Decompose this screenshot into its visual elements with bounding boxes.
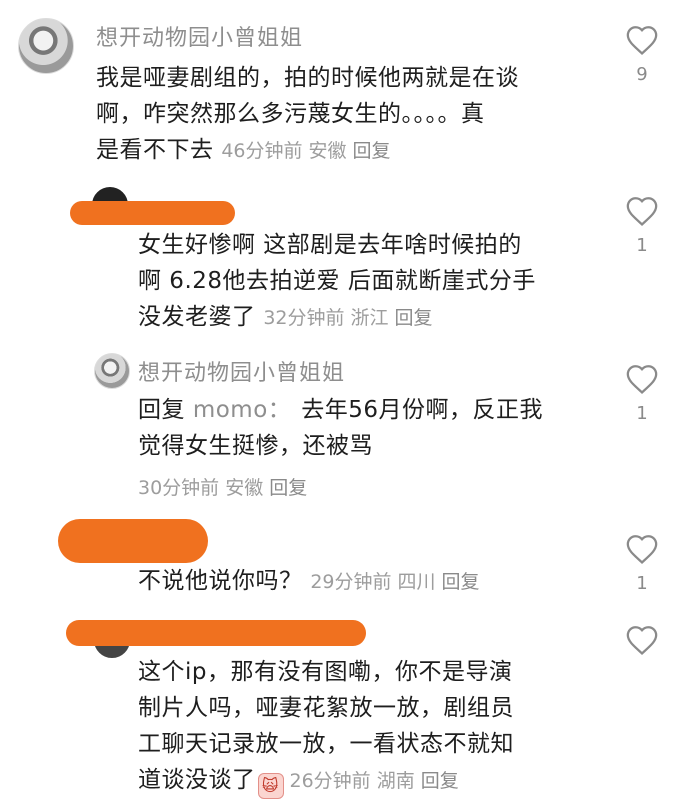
comment-line: 没发老婆了 — [138, 304, 256, 330]
like-count: 1 — [636, 235, 648, 256]
comment-last-line: 不说他说你吗？ 29分钟前 四川 回复 — [138, 563, 598, 600]
comment-3: 想开动物园小曾姐姐 回复 momo： 去年56月份啊，反正我 觉得女生挺惨，还被骂… — [0, 345, 684, 505]
comment-line: 啊 6.28他去拍逆爱 后面就断崖式分手 — [138, 268, 536, 294]
comment-line: 工聊天记录放一放，一看状态不就知 — [138, 731, 514, 757]
like-count: 1 — [636, 573, 648, 594]
timestamp: 30分钟前 — [138, 477, 220, 499]
redacted-username — [66, 620, 366, 646]
timestamp: 46分钟前 — [221, 140, 303, 162]
avatar[interactable] — [94, 353, 130, 389]
like-button[interactable] — [612, 624, 672, 664]
timestamp: 26分钟前 — [289, 770, 371, 792]
comment-4: 不说他说你吗？ 29分钟前 四川 回复 1 — [0, 505, 684, 610]
comment-line: 我是哑妻剧组的，拍的时候他两就是在谈 — [96, 65, 519, 91]
comment-last-line: 道谈没谈了 🙀 26分钟前 湖南 回复 — [138, 762, 598, 799]
reply-button[interactable]: 回复 — [421, 770, 459, 792]
like-button[interactable]: 1 — [612, 533, 672, 594]
like-button[interactable]: 9 — [612, 24, 672, 85]
reply-prefix: 回复 — [138, 397, 185, 423]
ip-location: 安徽 — [225, 477, 264, 499]
comment-meta: 32分钟前 浙江 回复 — [263, 307, 438, 329]
comment-text: 这个ip，那有没有图嘞，你不是导演 制片人吗，哑妻花絮放一放，剧组员 工聊天记录… — [138, 654, 598, 799]
heart-outline-icon — [626, 626, 658, 656]
comment-line: 这个ip，那有没有图嘞，你不是导演 — [138, 659, 513, 685]
comment-text: 我是哑妻剧组的，拍的时候他两就是在谈 啊，咋突然那么多污蔑女生的。。。。真 是看… — [96, 60, 601, 169]
comment-line-text: 去年56月份啊，反正我 — [301, 397, 544, 423]
comment-line: 是看不下去 — [96, 137, 214, 163]
comment-meta: 30分钟前 安徽 回复 — [138, 470, 598, 506]
ip-location: 四川 — [397, 571, 436, 593]
reply-button[interactable]: 回复 — [353, 140, 391, 162]
comment-meta: 29分钟前 四川 回复 — [310, 571, 485, 593]
ip-location: 湖南 — [376, 770, 415, 792]
comment-line: 啊，咋突然那么多污蔑女生的。。。。真 — [96, 101, 485, 127]
comment-meta: 46分钟前 安徽 回复 — [221, 140, 396, 162]
comment-line: 制片人吗，哑妻花絮放一放，剧组员 — [138, 695, 514, 721]
comment-meta: 26分钟前 湖南 回复 — [290, 770, 465, 792]
comment-line: 不说他说你吗？ — [138, 568, 303, 594]
like-button[interactable]: 1 — [612, 195, 672, 256]
comment-last-line: 是看不下去 46分钟前 安徽 回复 — [96, 132, 601, 169]
comment-line: 女生好惨啊 这部剧是去年啥时候拍的 — [138, 232, 522, 258]
avatar[interactable] — [18, 18, 74, 74]
heart-outline-icon — [626, 365, 658, 395]
redacted-username — [70, 201, 235, 225]
username[interactable]: 想开动物园小曾姐姐 — [96, 20, 303, 52]
comment-line: 觉得女生挺惨，还被骂 — [138, 433, 373, 459]
heart-outline-icon — [626, 535, 658, 565]
heart-outline-icon — [626, 197, 658, 227]
username[interactable]: 想开动物园小曾姐姐 — [138, 355, 345, 387]
ip-location: 浙江 — [350, 307, 389, 329]
reply-button[interactable]: 回复 — [442, 571, 480, 593]
reply-button[interactable]: 回复 — [269, 477, 307, 499]
comment-text: 女生好惨啊 这部剧是去年啥时候拍的 啊 6.28他去拍逆爱 后面就断崖式分手 没… — [138, 227, 598, 336]
comment-line: 道谈没谈了 — [138, 767, 256, 793]
like-count: 9 — [636, 64, 648, 85]
timestamp: 32分钟前 — [263, 307, 345, 329]
shocked-cat-emoji-icon: 🙀 — [257, 773, 284, 799]
comment-text: 回复 momo： 去年56月份啊，反正我 觉得女生挺惨，还被骂 30分钟前 安徽 回复 — [138, 392, 598, 506]
ip-location: 安徽 — [308, 140, 347, 162]
timestamp: 29分钟前 — [310, 571, 392, 593]
reply-button[interactable]: 回复 — [395, 307, 433, 329]
comment-2: 女生好惨啊 这部剧是去年啥时候拍的 啊 6.28他去拍逆爱 后面就断崖式分手 没… — [0, 175, 684, 335]
redacted-username — [58, 519, 208, 563]
heart-outline-icon — [626, 26, 658, 56]
reply-mention[interactable]: momo： — [193, 397, 291, 423]
like-button[interactable]: 1 — [612, 363, 672, 424]
comment-last-line: 没发老婆了 32分钟前 浙江 回复 — [138, 299, 598, 336]
comment-5: 这个ip，那有没有图嘞，你不是导演 制片人吗，哑妻花絮放一放，剧组员 工聊天记录… — [0, 612, 684, 800]
comment-text: 不说他说你吗？ 29分钟前 四川 回复 — [138, 563, 598, 600]
like-count: 1 — [636, 403, 648, 424]
comment-1: 想开动物园小曾姐姐 我是哑妻剧组的，拍的时候他两就是在谈 啊，咋突然那么多污蔑女… — [0, 0, 684, 175]
comment-line: 回复 momo： 去年56月份啊，反正我 — [138, 392, 598, 428]
